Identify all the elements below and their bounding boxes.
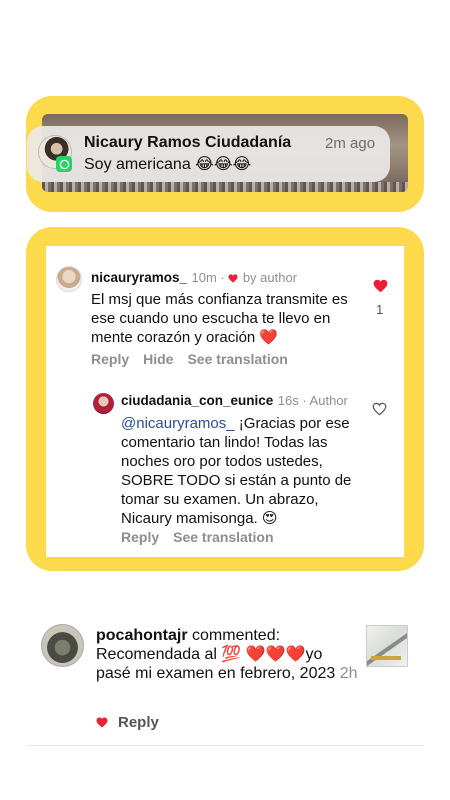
avatar[interactable] [93, 393, 114, 414]
meta-separator: · [216, 270, 229, 285]
photo-fringe [42, 182, 408, 192]
whatsapp-notification[interactable]: Nicaury Ramos Ciudadanía 2m ago Soy amer… [27, 126, 390, 182]
activity-username[interactable]: pocahontajr [96, 627, 188, 644]
activity-actions: Reply [96, 714, 159, 731]
like-count: 1 [376, 302, 384, 317]
activity-verb: commented: [187, 627, 281, 644]
notification-time: 2m ago [325, 135, 376, 152]
reply-username[interactable]: ciudadania_con_eunice [121, 393, 273, 408]
reply-text: @nicauryramos_ ¡Gracias por ese comentar… [121, 414, 371, 528]
mention-link[interactable]: @nicauryramos_ [121, 415, 235, 432]
comment-text: El msj que más confianza transmite es es… [91, 291, 348, 346]
reply-button[interactable]: Reply [121, 529, 159, 545]
whatsapp-icon [56, 156, 72, 172]
comment-time: 10m [191, 270, 217, 285]
reply-button[interactable]: Reply [91, 351, 129, 367]
divider [26, 745, 424, 746]
avatar[interactable] [56, 266, 82, 292]
reply-actions: Reply See translation [121, 529, 288, 545]
reply-meta: 16s · Author [277, 393, 348, 408]
post-thumbnail[interactable] [366, 625, 408, 667]
heart-icon[interactable] [96, 717, 108, 728]
comment-actions: Reply Hide See translation [91, 351, 302, 367]
like-outline-heart-icon[interactable] [372, 402, 387, 421]
activity-comment: Recomendada al 💯 ❤️❤️❤️yo pasé mi examen… [96, 646, 336, 682]
activity-time: 2h [335, 665, 358, 682]
comment-header: nicauryramos_ 10m · by author [91, 269, 297, 287]
reply-header: ciudadania_con_eunice 16s · Author [121, 392, 348, 410]
hide-button[interactable]: Hide [143, 351, 173, 367]
reply-button[interactable]: Reply [118, 714, 159, 731]
notification-message: Soy americana 😂😂😂 [84, 156, 252, 173]
author-like-heart-icon [228, 274, 238, 283]
liked-by-author-label: by author [242, 270, 298, 285]
see-translation-button[interactable]: See translation [173, 529, 273, 545]
notification-title: Nicaury Ramos Ciudadanía [84, 134, 292, 151]
avatar[interactable] [41, 624, 84, 667]
comment-username[interactable]: nicauryramos_ [91, 270, 187, 285]
like-heart-icon[interactable] [373, 279, 388, 298]
activity-text: pocahontajr commented: Recomendada al 💯 … [96, 626, 358, 683]
see-translation-button[interactable]: See translation [187, 351, 287, 367]
